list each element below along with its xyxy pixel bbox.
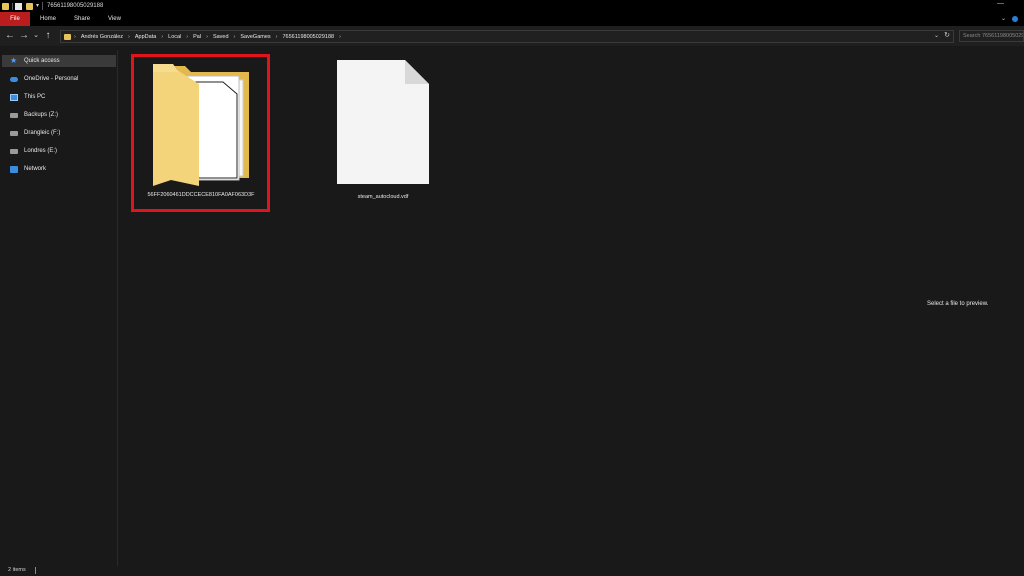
breadcrumb-savegames[interactable]: SaveGames xyxy=(240,34,270,40)
breadcrumb-appdata[interactable]: AppData xyxy=(135,34,156,40)
ribbon-controls: ⌄ xyxy=(1001,15,1018,23)
folder-icon xyxy=(2,2,9,10)
recent-locations-icon[interactable]: ⌄ xyxy=(31,26,41,46)
tab-file[interactable]: File xyxy=(0,12,30,26)
title-bar: ▾ 76561198005029188 — xyxy=(0,0,1024,12)
sidebar-item-backups[interactable]: Backups (Z:) xyxy=(10,109,116,121)
forward-button[interactable]: → xyxy=(17,26,31,46)
window-title: 76561198005029188 xyxy=(47,3,104,9)
new-folder-icon[interactable] xyxy=(26,2,33,10)
tab-share[interactable]: Share xyxy=(65,12,99,26)
sidebar-item-label: Backups (Z:) xyxy=(24,112,59,118)
file-list: 56FF2060461DDCCECE810FA0AF063D3F steam_a… xyxy=(119,46,1024,566)
divider xyxy=(12,2,13,10)
highlight-box xyxy=(131,54,270,212)
breadcrumb-pal[interactable]: Pal xyxy=(193,34,201,40)
sidebar-item-drangleic[interactable]: Drangleic (F:) xyxy=(10,127,116,139)
back-button[interactable]: ← xyxy=(3,26,17,46)
search-input[interactable]: Search 76561198005029188 xyxy=(959,30,1024,42)
drive-icon xyxy=(10,112,18,118)
sidebar-item-quick-access[interactable]: ★ Quick access xyxy=(2,55,116,67)
sidebar-item-network[interactable]: Network xyxy=(10,163,116,175)
cloud-icon xyxy=(10,76,18,82)
preview-message: Select a file to preview. xyxy=(927,301,989,307)
breadcrumb-separator[interactable]: › xyxy=(276,34,278,40)
sidebar-item-londres[interactable]: Londres (E:) xyxy=(10,145,116,157)
drive-icon xyxy=(10,130,18,136)
breadcrumb-separator[interactable]: › xyxy=(128,34,130,40)
breadcrumb-saved[interactable]: Saved xyxy=(213,34,229,40)
navigation-pane: ★ Quick access OneDrive - Personal This … xyxy=(0,50,118,566)
address-bar[interactable]: › Andrés González › AppData › Local › Pa… xyxy=(60,30,954,43)
breadcrumb-separator[interactable]: › xyxy=(234,34,236,40)
sidebar-item-label: Drangleic (F:) xyxy=(24,130,61,136)
status-bar: 2 items xyxy=(0,566,1024,576)
breadcrumb-separator: › xyxy=(74,33,76,40)
sidebar-item-onedrive[interactable]: OneDrive - Personal xyxy=(10,73,116,85)
navigation-bar: ← → ⌄ ↑ › Andrés González › AppData › Lo… xyxy=(0,26,1024,46)
refresh-icon[interactable]: ↻ xyxy=(944,31,950,39)
star-icon: ★ xyxy=(10,56,18,65)
properties-icon[interactable] xyxy=(15,2,22,10)
ribbon-tabs: File Home Share View ⌄ xyxy=(0,12,1024,26)
file-item[interactable]: steam_autocloud.vdf xyxy=(325,58,441,208)
address-history-icon[interactable]: ⌄ xyxy=(934,32,939,39)
folder-icon xyxy=(64,33,71,40)
sidebar-item-label: OneDrive - Personal xyxy=(24,76,79,82)
breadcrumb-separator[interactable]: › xyxy=(206,34,208,40)
minimize-button[interactable]: — xyxy=(997,0,1004,8)
sidebar-item-label: Network xyxy=(24,166,47,172)
up-button[interactable]: ↑ xyxy=(41,26,55,46)
breadcrumb-user[interactable]: Andrés González xyxy=(81,34,123,40)
network-icon xyxy=(10,165,18,173)
sidebar-item-label: Quick access xyxy=(24,58,60,64)
sidebar-item-this-pc[interactable]: This PC xyxy=(10,91,116,103)
divider xyxy=(35,567,36,574)
tab-home[interactable]: Home xyxy=(31,12,65,26)
help-icon[interactable] xyxy=(1012,16,1018,22)
file-name: steam_autocloud.vdf xyxy=(357,194,409,200)
breadcrumb-separator[interactable]: › xyxy=(339,34,341,40)
breadcrumb-local[interactable]: Local xyxy=(168,34,181,40)
tab-view[interactable]: View xyxy=(99,12,130,26)
computer-icon xyxy=(10,93,18,101)
document-icon xyxy=(337,60,429,184)
search-placeholder: Search 76561198005029188 xyxy=(963,33,1023,39)
breadcrumb-separator[interactable]: › xyxy=(186,34,188,40)
divider xyxy=(42,2,44,10)
sidebar-item-label: Londres (E:) xyxy=(24,148,58,154)
breadcrumb-steamid[interactable]: 76561198005029188 xyxy=(283,34,335,40)
drive-icon xyxy=(10,148,18,154)
breadcrumb-separator[interactable]: › xyxy=(161,34,163,40)
sidebar-item-label: This PC xyxy=(24,94,46,100)
item-count: 2 items xyxy=(8,567,26,573)
expand-ribbon-icon[interactable]: ⌄ xyxy=(1001,15,1006,23)
customize-toolbar-icon[interactable]: ▾ xyxy=(36,0,39,12)
